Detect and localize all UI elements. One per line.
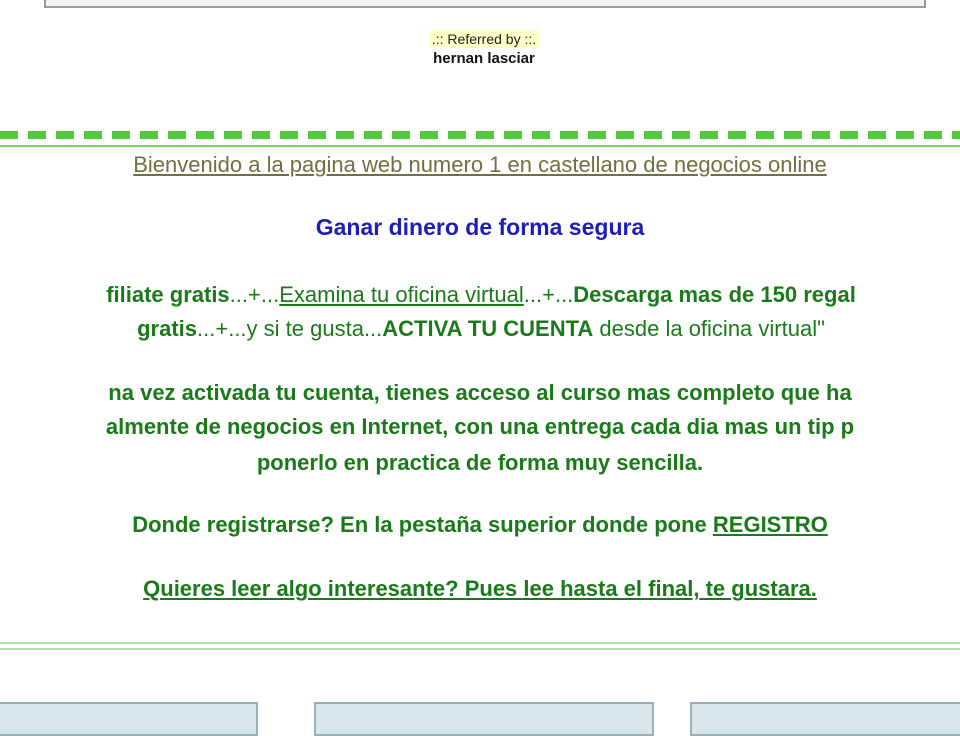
steps-line-1: filiate gratis...+...Examina tu oficina … xyxy=(0,282,960,308)
examine-office-link[interactable]: Examina tu oficina virtual xyxy=(279,282,524,307)
register-line: Donde registrarse? En la pestaña superio… xyxy=(0,512,960,538)
bottom-tab-1[interactable] xyxy=(0,702,258,736)
welcome-link[interactable]: Bienvenido a la pagina web numero 1 en c… xyxy=(0,152,960,178)
paragraph-line-2: almente de negocios en Internet, con una… xyxy=(105,414,855,439)
from-office-text: desde la oficina virtual" xyxy=(593,316,825,341)
top-frame xyxy=(44,0,926,8)
solid-divider xyxy=(0,642,960,650)
bottom-tab-2[interactable] xyxy=(314,702,654,736)
download-text: Descarga mas de 150 regal xyxy=(573,282,856,307)
dashed-divider xyxy=(0,129,960,147)
plus-separator: ...+... xyxy=(523,282,574,307)
gratis-text: gratis xyxy=(137,316,198,341)
activate-account-text: ACTIVA TU CUENTA xyxy=(382,316,594,341)
subtitle: Ganar dinero de forma segura xyxy=(315,214,645,240)
register-text: Donde registrarse? En la pestaña superio… xyxy=(132,512,713,537)
if-you-like-text: ...+...y si te gusta... xyxy=(197,316,383,341)
referrer-name: hernan lasciar xyxy=(433,50,535,67)
bottom-tab-3[interactable] xyxy=(690,702,960,736)
affiliate-text: filiate gratis xyxy=(106,282,230,307)
referral-box: .:: Referred by ::. hernan lasciar xyxy=(401,28,567,70)
paragraph-line-3: ponerlo en practica de forma muy sencill… xyxy=(256,450,704,475)
steps-line-2: gratis...+...y si te gusta...ACTIVA TU C… xyxy=(0,316,960,342)
read-more-link[interactable]: Quieres leer algo interesante? Pues lee … xyxy=(0,576,960,602)
plus-separator: ...+... xyxy=(229,282,280,307)
paragraph-line-1: na vez activada tu cuenta, tienes acceso… xyxy=(108,380,852,405)
referred-by-label: .:: Referred by ::. xyxy=(428,30,540,48)
register-link[interactable]: REGISTRO xyxy=(713,512,828,537)
